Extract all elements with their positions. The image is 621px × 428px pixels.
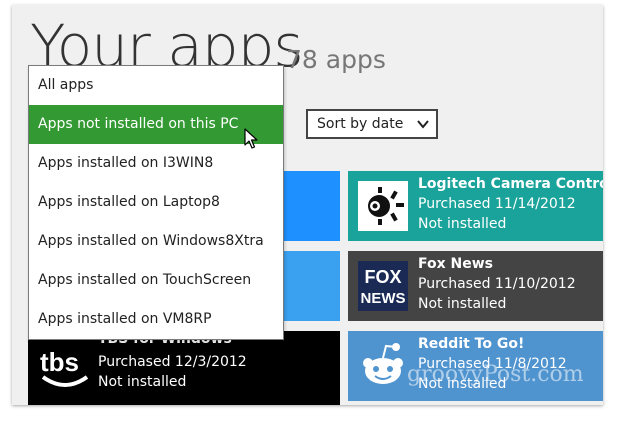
app-tile-purchased: Purchased 12/3/2012 [98, 354, 247, 370]
app-tile-partial-2[interactable] [280, 251, 340, 321]
sort-dropdown[interactable]: Sort by date [306, 109, 438, 139]
app-tile-status: Not installed [98, 374, 187, 390]
app-tile-fox-news[interactable]: FOX NEWS Fox News Purchased 11/10/2012 N… [348, 251, 603, 321]
tbs-logo: tbs [40, 347, 89, 387]
app-tile-partial-1[interactable] [280, 171, 340, 241]
mouse-pointer-icon [244, 128, 258, 149]
app-tile-name: Logitech Camera Controller [418, 176, 603, 192]
app-tile-name: Fox News [418, 256, 493, 272]
app-tile-purchased: Purchased 11/10/2012 [418, 276, 576, 292]
tbs-logo-text: tbs [40, 347, 79, 377]
store-window: Your apps 78 apps Sort by date Logitech … [12, 5, 603, 405]
app-count: 78 apps [286, 45, 386, 74]
sort-dropdown-label: Sort by date [317, 116, 404, 132]
chevron-down-icon [417, 120, 429, 129]
filter-item-vm8rp[interactable]: Apps installed on VM8RP [29, 300, 283, 339]
screenshot-page: Your apps 78 apps Sort by date Logitech … [0, 0, 621, 428]
reddit-alien-icon [363, 343, 403, 384]
fox-news-logo-line-1: FOX [364, 267, 401, 287]
fox-news-logo: FOX NEWS [358, 261, 408, 311]
app-tile-tbs[interactable]: tbs TBS for Windows Purchased 12/3/2012 … [28, 331, 340, 405]
filter-item-laptop8[interactable]: Apps installed on Laptop8 [29, 183, 283, 222]
app-tile-purchased: Purchased 11/14/2012 [418, 196, 576, 212]
app-tile-status: Not installed [418, 296, 507, 312]
filter-item-all-apps[interactable]: All apps [29, 66, 283, 105]
filter-dropdown-menu: All apps Apps not installed on this PC A… [28, 65, 284, 340]
fox-news-logo-line-2: NEWS [361, 290, 406, 307]
app-tile-name: Reddit To Go! [418, 336, 525, 352]
logitech-camera-icon [358, 181, 408, 231]
app-tile-status: Not installed [418, 216, 507, 232]
filter-item-windows8xtra[interactable]: Apps installed on Windows8Xtra [29, 222, 283, 261]
app-tile-logitech[interactable]: Logitech Camera Controller Purchased 11/… [348, 171, 603, 241]
filter-item-touchscreen[interactable]: Apps installed on TouchScreen [29, 261, 283, 300]
watermark: groovyPost.com [407, 362, 584, 387]
